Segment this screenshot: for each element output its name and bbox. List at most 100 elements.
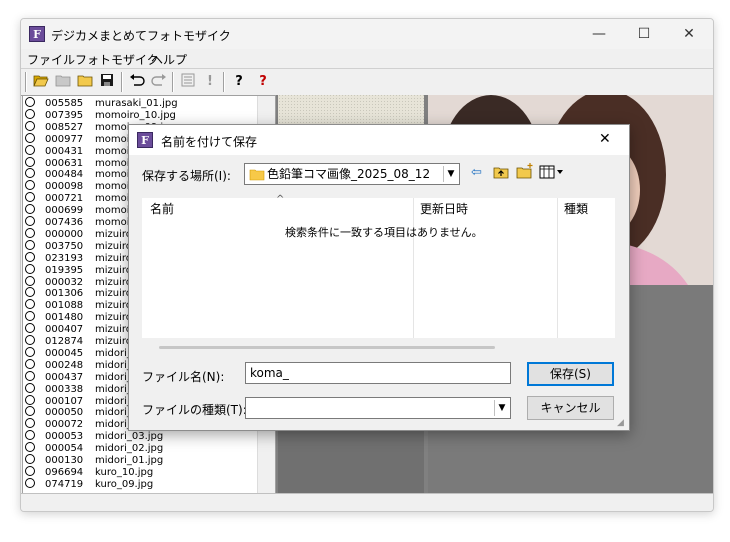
list-item[interactable]: 000053 midori_03.jpg [25,430,163,442]
radio-button[interactable] [25,156,35,167]
save-button[interactable]: 保存(S) [527,362,614,386]
list-item[interactable]: 001088 mizuiro [25,299,132,311]
list-item[interactable]: 003750 mizuiro [25,239,132,252]
list-item[interactable]: 000050 midori_ [25,406,132,418]
list-item[interactable]: 000721 momoi [25,192,130,204]
file-list-view[interactable]: ^ 名前 更新日時 種類 検索条件に一致する項目はありません。 [142,194,615,338]
list-item[interactable]: 000248 midori_ [25,358,132,371]
list-item[interactable]: 000130 midori_01.jpg [25,454,163,466]
list-item[interactable]: 074719 kuro_09.jpg [25,477,153,490]
list-item[interactable]: 012874 mizuiro [25,335,132,347]
radio-button[interactable] [25,204,35,215]
list-item[interactable]: 000045 midori_ [25,346,132,359]
list-item[interactable]: 000000 mizuiro [25,227,132,240]
list-item[interactable]: 000098 momoi [25,180,130,192]
chevron-down-icon[interactable]: ▼ [443,166,458,182]
list-item[interactable]: 000407 mizuiro [25,323,132,335]
radio-button[interactable] [25,227,35,238]
radio-button[interactable] [25,144,35,155]
radio-button[interactable] [25,346,35,357]
list-item[interactable]: 000107 midori_ [25,394,132,407]
menu-file[interactable]: ファイル [27,51,75,68]
back-arrow-icon[interactable]: ⇦ [471,165,482,180]
radio-button[interactable] [25,287,35,298]
up-folder-icon[interactable] [493,165,509,182]
open-icon[interactable] [76,73,94,91]
list-item[interactable]: 001480 mizuiro [25,311,132,323]
radio-button[interactable] [25,394,35,405]
radio-button[interactable] [25,251,35,262]
radio-button[interactable] [25,477,35,488]
list-item[interactable]: 019395 mizuiro [25,263,132,276]
location-dropdown[interactable]: 色鉛筆コマ画像_2025_08_12 ▼ [244,163,460,185]
list-item[interactable]: 096694 kuro_10.jpg [25,465,154,478]
filetype-dropdown[interactable]: ▼ [245,397,511,419]
maximize-button[interactable]: ☐ [621,19,667,49]
radio-button[interactable] [25,311,35,322]
radio-button[interactable] [25,406,35,417]
list-item[interactable]: 001306 mizuiro [25,287,132,299]
file-name: kuro_10.jpg [95,466,154,478]
column-name[interactable]: 名前 [150,198,174,220]
list-item[interactable]: 005585 murasaki_01.jpg [25,97,178,109]
chevron-down-icon[interactable]: ▼ [494,400,509,416]
radio-button[interactable] [25,430,35,441]
save-icon[interactable] [98,73,116,91]
list-item[interactable]: 000072 midori_ [25,418,132,430]
resize-grip-icon[interactable]: ◢ [617,418,624,428]
cancel-button[interactable]: キャンセル [527,396,614,420]
new-folder-icon[interactable] [516,163,534,182]
list-item[interactable]: 000054 midori_02.jpg [25,442,163,454]
exclamation-icon[interactable]: ! [201,73,219,91]
radio-button[interactable] [25,382,35,393]
view-menu-icon[interactable] [539,165,565,182]
radio-button[interactable] [25,168,35,179]
list-item[interactable]: 007395 momoiro_10.jpg [25,108,176,121]
list-item[interactable]: 023193 mizuiro [25,251,132,264]
radio-button[interactable] [25,370,35,381]
undo-icon[interactable] [128,73,146,91]
filename-input[interactable] [245,362,511,384]
menu-help[interactable]: ヘルプ [151,51,187,68]
list-item[interactable]: 000699 momoi [25,204,130,216]
radio-button[interactable] [25,263,35,274]
list-item[interactable]: 000484 momoi [25,168,130,180]
radio-button[interactable] [25,442,35,453]
close-button[interactable]: ✕ [666,19,712,49]
radio-button[interactable] [25,120,35,131]
radio-button[interactable] [25,132,35,143]
context-help-icon[interactable]: ? [254,73,272,91]
list-item[interactable]: 000431 momoi [25,144,130,157]
list-item[interactable]: 000032 mizuiro [25,275,132,288]
radio-button[interactable] [25,335,35,345]
radio-button[interactable] [25,97,35,107]
radio-button[interactable] [25,108,35,119]
list-item[interactable]: 000631 momoi [25,156,130,169]
folder-icon[interactable] [54,73,72,91]
list-item[interactable]: 000338 midori_ [25,382,132,395]
menu-photomosaic[interactable]: フォトモザイク [75,51,159,68]
radio-button[interactable] [25,465,35,476]
radio-button[interactable] [25,454,35,464]
list-item[interactable]: 007436 momoi [25,216,130,228]
dialog-close-button[interactable]: ✕ [599,131,611,147]
list-item[interactable]: 000437 midori_ [25,370,132,383]
horizontal-scrollbar[interactable] [159,346,495,349]
list-icon[interactable] [179,73,197,91]
column-modified[interactable]: 更新日時 [420,198,468,220]
radio-button[interactable] [25,216,35,226]
open-folder-icon[interactable] [32,73,50,91]
column-type[interactable]: 種類 [564,198,588,220]
list-item[interactable]: 000977 momoi [25,132,130,145]
redo-icon[interactable] [150,73,168,91]
minimize-button[interactable]: — [576,19,622,49]
radio-button[interactable] [25,192,35,203]
radio-button[interactable] [25,275,35,286]
radio-button[interactable] [25,239,35,250]
help-icon[interactable]: ? [230,73,248,91]
radio-button[interactable] [25,323,35,334]
radio-button[interactable] [25,299,35,310]
radio-button[interactable] [25,180,35,191]
radio-button[interactable] [25,358,35,369]
radio-button[interactable] [25,418,35,429]
